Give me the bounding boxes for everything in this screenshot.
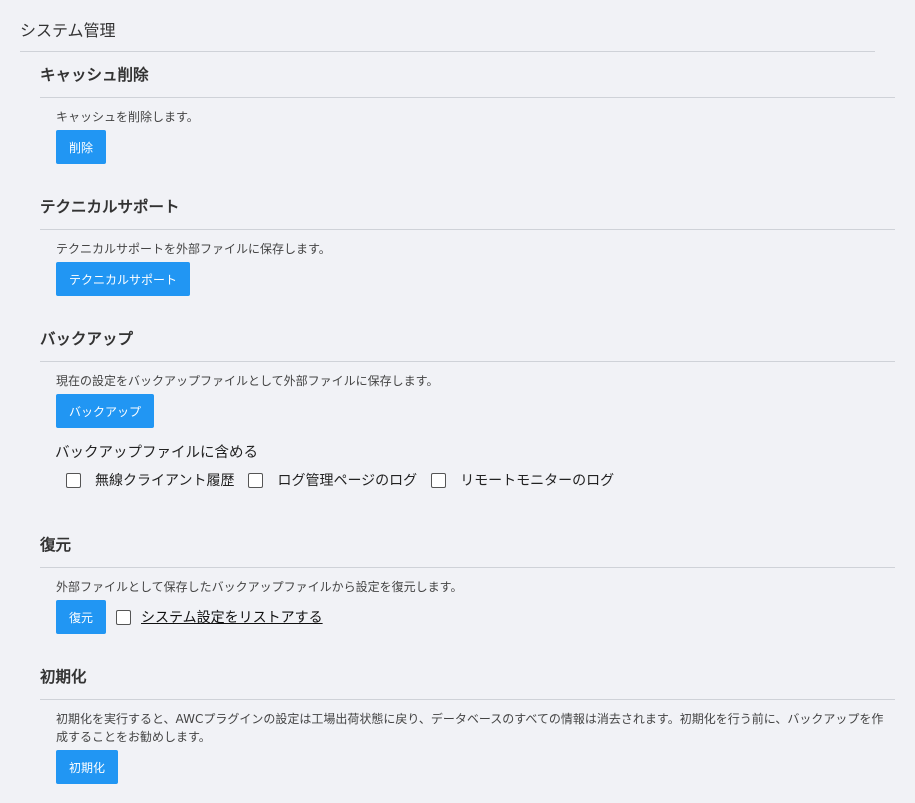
restore-description: 外部ファイルとして保存したバックアップファイルから設定を復元します。	[56, 580, 463, 594]
restore-divider	[40, 567, 895, 568]
support-divider	[40, 229, 895, 230]
backup-include-label: バックアップファイルに含める	[55, 445, 258, 461]
support-description: テクニカルサポートを外部ファイルに保存します。	[56, 242, 331, 256]
init-heading: 初期化	[40, 668, 87, 686]
restore-heading: 復元	[40, 536, 72, 554]
page-title: システム管理	[20, 21, 116, 40]
title-divider	[20, 51, 875, 52]
support-section: テクニカルサポート テクニカルサポートを外部ファイルに保存します。 テクニカルサ…	[40, 195, 895, 296]
cache-divider	[40, 97, 895, 98]
backup-section: バックアップ 現在の設定をバックアップファイルとして外部ファイルに保存します。 …	[40, 327, 895, 490]
backup-divider	[40, 361, 895, 362]
init-divider	[40, 699, 895, 700]
init-section: 初期化 初期化を実行すると、AWCプラグインの設定は工場出荷状態に戻り、データベ…	[40, 665, 895, 784]
restore-button[interactable]: 復元	[56, 600, 107, 634]
backup-option-wireless-history[interactable]: 無線クライアント履歴	[66, 470, 234, 490]
support-heading: テクニカルサポート	[40, 198, 180, 216]
cache-section: キャッシュ削除 キャッシュを削除します。 削除	[40, 63, 895, 164]
technical-support-button[interactable]: テクニカルサポート	[56, 262, 191, 296]
wireless-history-label: 無線クライアント履歴	[95, 473, 235, 489]
backup-option-remote-monitor[interactable]: リモートモニターのログ	[431, 470, 614, 490]
backup-heading: バックアップ	[40, 330, 134, 348]
backup-button[interactable]: バックアップ	[56, 394, 155, 428]
remote-monitor-label: リモートモニターのログ	[460, 473, 615, 489]
cache-heading: キャッシュ削除	[40, 66, 149, 84]
restore-section: 復元 外部ファイルとして保存したバックアップファイルから設定を復元します。 復元…	[40, 533, 895, 634]
restore-system-settings-option[interactable]: システム設定をリストアする	[116, 607, 323, 627]
backup-options: 無線クライアント履歴 ログ管理ページのログ リモートモニターのログ	[66, 470, 895, 490]
restore-system-settings-label[interactable]: システム設定をリストアする	[141, 607, 323, 627]
remote-monitor-checkbox[interactable]	[431, 472, 447, 488]
backup-option-log-page[interactable]: ログ管理ページのログ	[248, 470, 417, 490]
init-description: 初期化を実行すると、AWCプラグインの設定は工場出荷状態に戻り、データベースのす…	[56, 712, 884, 744]
initialize-button[interactable]: 初期化	[56, 750, 119, 784]
backup-description: 現在の設定をバックアップファイルとして外部ファイルに保存します。	[56, 374, 439, 388]
delete-cache-button[interactable]: 削除	[56, 130, 107, 164]
cache-description: キャッシュを削除します。	[56, 110, 199, 124]
wireless-history-checkbox[interactable]	[66, 472, 81, 488]
log-page-checkbox[interactable]	[248, 472, 264, 488]
restore-system-settings-checkbox[interactable]	[116, 609, 132, 625]
log-page-label: ログ管理ページのログ	[277, 473, 418, 489]
